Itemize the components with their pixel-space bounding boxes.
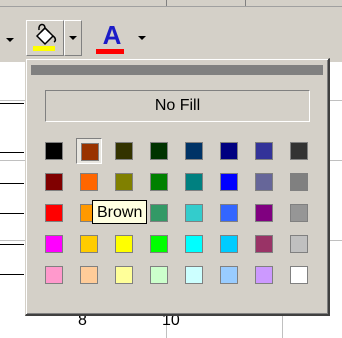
color-swatch[interactable]: [146, 138, 172, 164]
font-color-letter: A: [102, 20, 122, 50]
color-swatch-fill: [255, 173, 273, 191]
color-swatch[interactable]: [111, 262, 137, 288]
color-swatch[interactable]: [41, 200, 67, 226]
color-swatch-fill: [45, 173, 63, 191]
color-swatch[interactable]: [216, 200, 242, 226]
color-swatch[interactable]: [181, 231, 207, 257]
color-swatch[interactable]: [146, 200, 172, 226]
color-swatch[interactable]: [251, 262, 277, 288]
color-swatch[interactable]: [111, 169, 137, 195]
color-swatch-fill: [290, 142, 308, 160]
color-swatch[interactable]: [216, 262, 242, 288]
color-swatch[interactable]: [251, 200, 277, 226]
toolbar-top-strip: [0, 0, 342, 7]
color-swatch[interactable]: [146, 262, 172, 288]
color-swatch-fill: [255, 266, 273, 284]
color-swatch-fill: [220, 142, 238, 160]
color-swatch-fill: [150, 142, 168, 160]
color-swatch[interactable]: [41, 138, 67, 164]
fill-color-bar: [33, 46, 55, 51]
color-swatch-fill: [115, 266, 133, 284]
color-swatch-fill: [80, 235, 98, 253]
color-swatch[interactable]: [251, 169, 277, 195]
color-swatch[interactable]: [286, 231, 312, 257]
color-swatch-fill: [150, 173, 168, 191]
color-swatch[interactable]: [216, 231, 242, 257]
color-swatch[interactable]: [181, 138, 207, 164]
color-swatch[interactable]: [286, 262, 312, 288]
font-color-bar: [96, 49, 124, 54]
color-swatch-fill: [115, 173, 133, 191]
color-swatch-fill: [115, 235, 133, 253]
color-swatch[interactable]: [111, 138, 137, 164]
color-swatch-fill: [255, 142, 273, 160]
font-color-button[interactable]: A: [92, 22, 132, 54]
color-swatch-fill: [45, 235, 63, 253]
row-line: [0, 152, 24, 153]
toolbar-separator: [166, 0, 167, 6]
color-swatch[interactable]: [251, 138, 277, 164]
paint-bucket-icon: [33, 23, 57, 51]
color-swatch[interactable]: [41, 169, 67, 195]
row-line: [0, 274, 24, 275]
palette-drag-bar[interactable]: [31, 65, 323, 75]
color-swatch-fill: [45, 266, 63, 284]
color-swatch[interactable]: [181, 262, 207, 288]
color-swatch[interactable]: [286, 200, 312, 226]
color-swatch-fill: [220, 173, 238, 191]
color-swatch[interactable]: [286, 138, 312, 164]
color-swatch-fill: [220, 204, 238, 222]
color-swatch-fill: [185, 204, 203, 222]
color-swatch[interactable]: [76, 231, 102, 257]
row-line: [0, 183, 24, 184]
color-swatch[interactable]: [76, 169, 102, 195]
color-swatch[interactable]: [181, 169, 207, 195]
color-swatch[interactable]: [76, 138, 102, 164]
color-swatch-fill: [45, 142, 63, 160]
color-swatch[interactable]: [251, 231, 277, 257]
color-swatch-fill: [290, 235, 308, 253]
toolbar-separator: [245, 0, 246, 6]
fill-color-button[interactable]: [26, 20, 64, 56]
row-line: [0, 213, 24, 214]
color-swatch[interactable]: [216, 169, 242, 195]
color-swatch-fill: [220, 235, 238, 253]
color-swatch-fill: [150, 235, 168, 253]
color-swatch[interactable]: [146, 169, 172, 195]
color-swatch[interactable]: [286, 169, 312, 195]
color-swatch-fill: [115, 142, 133, 160]
color-swatch-fill: [150, 266, 168, 284]
chevron-down-icon[interactable]: [6, 38, 14, 42]
row-line: [0, 103, 24, 104]
color-swatch[interactable]: [41, 262, 67, 288]
color-swatch-fill: [185, 266, 203, 284]
color-swatch-fill: [290, 266, 308, 284]
color-swatch-fill: [255, 235, 273, 253]
chevron-down-icon: [69, 36, 77, 40]
color-swatch-fill: [220, 266, 238, 284]
color-swatch[interactable]: [111, 231, 137, 257]
color-swatch-fill: [185, 142, 203, 160]
color-swatch[interactable]: [181, 200, 207, 226]
color-swatch-fill: [185, 235, 203, 253]
font-color-dropdown[interactable]: [138, 36, 146, 40]
color-swatch-fill: [185, 173, 203, 191]
color-swatch-fill: [150, 204, 168, 222]
color-tooltip: Brown: [92, 200, 148, 224]
color-swatch[interactable]: [41, 231, 67, 257]
color-palette-popup: No Fill: [25, 58, 330, 316]
no-fill-button[interactable]: No Fill: [45, 90, 310, 122]
color-swatch-fill: [45, 204, 63, 222]
color-swatch-fill: [255, 204, 273, 222]
fill-color-dropdown[interactable]: [64, 20, 82, 56]
row-line: [0, 244, 24, 245]
color-swatch-fill: [80, 173, 98, 191]
color-swatch[interactable]: [216, 138, 242, 164]
color-swatch[interactable]: [146, 231, 172, 257]
color-swatch-fill: [290, 173, 308, 191]
color-swatch-fill: [80, 266, 98, 284]
color-swatch-fill: [81, 143, 99, 161]
color-swatch[interactable]: [76, 262, 102, 288]
color-swatch-fill: [290, 204, 308, 222]
